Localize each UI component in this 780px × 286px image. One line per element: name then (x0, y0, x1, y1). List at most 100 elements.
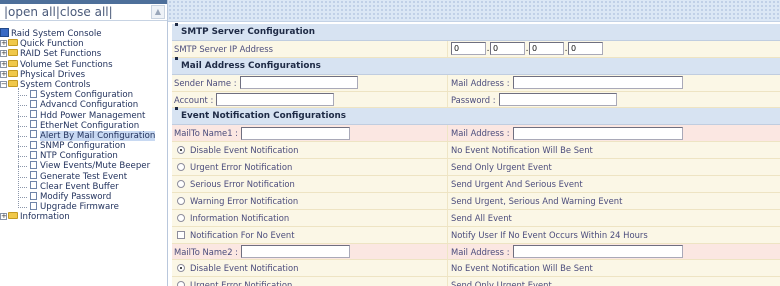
navigation-tree-panel: |open all|close all| ▲ Raid System Conso… (0, 0, 168, 286)
tree-item-view-events-mute-beeper[interactable]: View Events/Mute Beeper (0, 160, 167, 171)
tree-item-clear-event-buffer[interactable]: Clear Event Buffer (0, 181, 167, 192)
notification-option-row: Disable Event Notification No Event Notif… (172, 260, 780, 278)
no-event-row: Notification For No Event Notify User If… (172, 226, 780, 244)
option-cell: Information Notification (172, 209, 448, 226)
expand-icon[interactable]: + (0, 40, 7, 48)
account-input[interactable] (216, 93, 335, 106)
tree-item-alert-by-mail-configuration[interactable]: Alert By Mail Configuration (0, 130, 167, 141)
password-label: Password : (451, 94, 496, 105)
expand-icon[interactable]: + (0, 50, 7, 58)
option-label: Serious Error Notification (190, 178, 295, 189)
tree-item-information[interactable]: + Information (0, 212, 167, 222)
folder-icon (8, 39, 18, 47)
tree-item-modify-password[interactable]: Modify Password (0, 191, 167, 202)
smtp-header-label: SMTP Server Configuration (181, 27, 315, 37)
tree-item-snmp-configuration[interactable]: SNMP Configuration (0, 140, 167, 152)
page-icon (30, 160, 37, 169)
sender-cell: Sender Name : (172, 74, 448, 91)
smtp-ip-octet-3[interactable]: 0 (529, 42, 564, 56)
page-icon (30, 89, 37, 98)
tree-item-raid-set-functions[interactable]: + RAID Set Functions (0, 49, 167, 59)
collapse-icon[interactable]: − (0, 80, 7, 88)
notification-option-row: Warning Error Notification Send Urgent, S… (172, 192, 780, 210)
bullet-icon (175, 23, 178, 26)
smtp-ip-fields: 0.0.0.0 (448, 40, 780, 57)
mailto2-row: MailTo Name2 : Mail Address : (172, 243, 780, 261)
sender-name-input[interactable] (239, 76, 358, 90)
smtp-section-header: SMTP Server Configuration (172, 23, 780, 41)
tree-item-label: Physical Drives (20, 69, 86, 80)
tree-item-physical-drives[interactable]: + Physical Drives (0, 69, 167, 80)
tree-item-label: Clear Event Buffer (40, 181, 119, 192)
tree-item-upgrade-firmware[interactable]: Upgrade Firmware (0, 201, 167, 212)
tree-item-ntp-configuration[interactable]: NTP Configuration (0, 150, 167, 161)
smtp-ip-octet-1[interactable]: 0 (451, 42, 486, 56)
tree-item-system-controls[interactable]: − System Controls (0, 79, 167, 90)
sender-mail-cell: Mail Address : (448, 74, 780, 91)
mailto1-radio-serious-error-notification[interactable] (177, 179, 185, 188)
mail2-label: Mail Address : (451, 246, 510, 257)
mailto1-radio-information-notification[interactable] (177, 213, 185, 222)
notification-options-2: Disable Event Notification No Event Notif… (172, 260, 780, 286)
notification-option-row: Information Notification Send All Event (172, 209, 780, 227)
mailto1-input[interactable] (241, 126, 351, 140)
tree-connector (18, 88, 19, 208)
option-cell: Urgent Error Notification (172, 159, 448, 176)
page-icon (30, 191, 37, 200)
config-form: SMTP Server Configuration SMTP Server IP… (172, 23, 780, 286)
mail1-cell: Mail Address : (448, 125, 780, 142)
mailto1-radio-disable-event-notification[interactable] (177, 146, 185, 155)
option-cell: Disable Event Notification (172, 260, 448, 277)
expand-icon[interactable]: + (0, 213, 7, 221)
page-icon (30, 171, 37, 180)
tree-item-label: Advancd Configuration (40, 100, 139, 111)
mailto2-radio-disable-event-notification[interactable] (177, 264, 185, 273)
tree-item-system-configuration[interactable]: System Configuration (0, 89, 167, 100)
mailto2-input[interactable] (241, 245, 351, 259)
option-description: No Event Notification Will Be Sent (448, 260, 780, 277)
close-all-link[interactable]: close all (60, 5, 109, 19)
tree-item-label: Quick Function (20, 39, 84, 50)
tree-item-quick-function[interactable]: + Quick Function (0, 39, 167, 49)
tree-item-advancd-configuration[interactable]: Advancd Configuration (0, 99, 167, 111)
no-event-desc: Notify User If No Event Occurs Within 24… (448, 226, 780, 243)
option-label: Information Notification (190, 212, 290, 223)
tree-item-generate-test-event[interactable]: Generate Test Event (0, 171, 167, 182)
open-all-link[interactable]: open all (8, 5, 56, 19)
tree-item-hdd-power-management[interactable]: Hdd Power Management (0, 110, 167, 121)
expand-icon[interactable]: + (0, 70, 7, 78)
mail2-input[interactable] (512, 245, 683, 259)
tree-item-label: RAID Set Functions (20, 49, 102, 60)
scroll-up-arrow-icon[interactable]: ▲ (151, 5, 165, 19)
smtp-ip-octet-2[interactable]: 0 (490, 42, 525, 56)
page-icon (30, 110, 37, 118)
account-label: Account : (174, 94, 214, 105)
folder-icon (8, 79, 18, 87)
tree-item-label: SNMP Configuration (40, 141, 126, 152)
expand-icon[interactable]: + (0, 60, 7, 68)
option-label: Disable Event Notification (190, 263, 299, 274)
separator: | (108, 5, 113, 19)
mailto2-radio-urgent-error-notification[interactable] (177, 281, 185, 286)
tree-item-label: Information (20, 212, 70, 223)
tree-item-label: Alert By Mail Configuration (40, 130, 156, 141)
option-description: Send All Event (448, 209, 780, 226)
tree: Raid System Console + Quick Function + RAID… (0, 21, 167, 223)
tree-root[interactable]: Raid System Console (0, 28, 167, 39)
mailto1-cell: MailTo Name1 : (172, 125, 448, 142)
tree-root-label: Raid System Console (11, 29, 102, 39)
notification-option-row: Urgent Error Notification Send Only Urgen… (172, 277, 780, 286)
mail1-input[interactable] (512, 126, 683, 140)
tree-item-label: Volume Set Functions (20, 59, 113, 70)
password-input[interactable] (498, 93, 617, 106)
no-event-checkbox[interactable] (177, 230, 185, 239)
mailto1-radio-urgent-error-notification[interactable] (177, 163, 185, 172)
mail2-cell: Mail Address : (448, 243, 780, 260)
notification-option-row: Serious Error Notification Send Urgent An… (172, 176, 780, 193)
folder-icon (8, 49, 18, 57)
smtp-ip-octet-4[interactable]: 0 (568, 42, 603, 56)
tree-item-volume-set-functions[interactable]: + Volume Set Functions (0, 59, 167, 70)
mailto1-radio-warning-error-notification[interactable] (177, 196, 185, 205)
mail-address-input[interactable] (512, 76, 683, 90)
tree-item-ethernet-configuration[interactable]: EtherNet Configuration (0, 120, 167, 131)
